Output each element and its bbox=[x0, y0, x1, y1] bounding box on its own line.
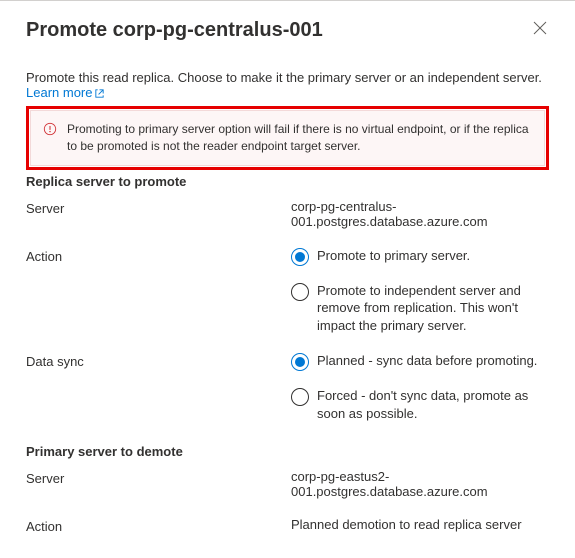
primary-action-label: Action bbox=[26, 517, 291, 534]
data-sync-option-forced-label: Forced - don't sync data, promote as soo… bbox=[317, 387, 549, 422]
replica-action-options: Promote to primary server. Promote to in… bbox=[291, 247, 549, 335]
replica-action-label: Action bbox=[26, 247, 291, 335]
replica-section-heading: Replica server to promote bbox=[26, 174, 549, 189]
action-option-primary[interactable]: Promote to primary server. bbox=[291, 247, 549, 266]
replica-server-label: Server bbox=[26, 199, 291, 229]
data-sync-options: Planned - sync data before promoting. Fo… bbox=[291, 352, 549, 422]
replica-action-row: Action Promote to primary server. Promot… bbox=[26, 247, 549, 335]
error-callout-text: Promoting to primary server option will … bbox=[67, 121, 530, 155]
data-sync-option-planned[interactable]: Planned - sync data before promoting. bbox=[291, 352, 549, 371]
panel-header: Promote corp-pg-centralus-001 bbox=[26, 19, 549, 42]
data-sync-option-forced[interactable]: Forced - don't sync data, promote as soo… bbox=[291, 387, 549, 422]
external-link-icon bbox=[94, 88, 104, 98]
data-sync-row: Data sync Planned - sync data before pro… bbox=[26, 352, 549, 422]
data-sync-label: Data sync bbox=[26, 352, 291, 422]
data-sync-option-planned-label: Planned - sync data before promoting. bbox=[317, 352, 549, 370]
error-callout-highlight: Promoting to primary server option will … bbox=[26, 106, 549, 170]
close-icon[interactable] bbox=[531, 19, 549, 41]
primary-section-heading: Primary server to demote bbox=[26, 444, 549, 459]
action-option-independent-label: Promote to independent server and remove… bbox=[317, 282, 549, 335]
primary-action-value: Planned demotion to read replica server bbox=[291, 517, 549, 534]
radio-checked-icon bbox=[291, 353, 309, 371]
intro-description: Promote this read replica. Choose to mak… bbox=[26, 70, 542, 85]
intro-text: Promote this read replica. Choose to mak… bbox=[26, 70, 549, 100]
radio-checked-icon bbox=[291, 248, 309, 266]
primary-server-label: Server bbox=[26, 469, 291, 499]
error-icon bbox=[43, 122, 57, 155]
primary-server-row: Server corp-pg-eastus2-001.postgres.data… bbox=[26, 469, 549, 499]
radio-unchecked-icon bbox=[291, 283, 309, 301]
replica-server-row: Server corp-pg-centralus-001.postgres.da… bbox=[26, 199, 549, 229]
primary-server-value: corp-pg-eastus2-001.postgres.database.az… bbox=[291, 469, 549, 499]
learn-more-link[interactable]: Learn more bbox=[26, 85, 104, 100]
replica-server-value: corp-pg-centralus-001.postgres.database.… bbox=[291, 199, 549, 229]
action-option-independent[interactable]: Promote to independent server and remove… bbox=[291, 282, 549, 335]
action-option-primary-label: Promote to primary server. bbox=[317, 247, 549, 265]
panel-title: Promote corp-pg-centralus-001 bbox=[26, 19, 323, 42]
radio-unchecked-icon bbox=[291, 388, 309, 406]
error-callout: Promoting to primary server option will … bbox=[30, 110, 545, 166]
promote-panel: Promote corp-pg-centralus-001 Promote th… bbox=[0, 0, 575, 534]
learn-more-label: Learn more bbox=[26, 85, 92, 100]
primary-action-row: Action Planned demotion to read replica … bbox=[26, 517, 549, 534]
